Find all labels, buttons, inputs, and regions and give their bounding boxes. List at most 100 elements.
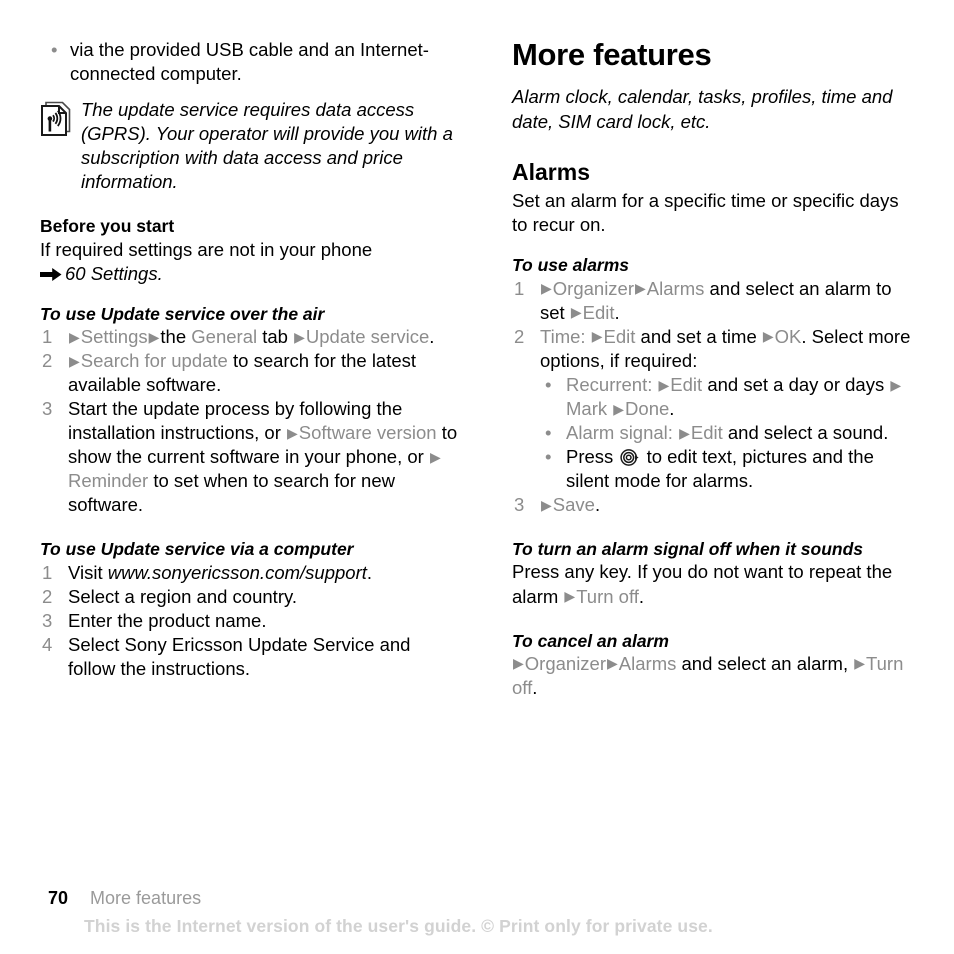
list-number: 2 xyxy=(42,585,53,607)
softkey-label: Edit xyxy=(582,301,615,323)
softkey-arrow-icon: ▶ xyxy=(679,424,690,441)
softkey-label: Edit xyxy=(603,325,636,347)
body-text: . xyxy=(429,325,435,347)
list-item: • Recurrent: ▶Edit and set a day or days … xyxy=(540,373,912,421)
cancel-alarm-body: ▶Organizer▶Alarms and select an alarm, ▶… xyxy=(512,652,912,700)
cross-reference-target: 60 Settings. xyxy=(65,262,163,284)
bullet-glyph: • xyxy=(545,421,552,443)
softkey-arrow-icon: ▶ xyxy=(541,496,552,513)
list-item: 1 ▶Organizer▶Alarms and select an alarm t… xyxy=(512,277,912,325)
bullet-glyph: • xyxy=(545,446,552,468)
body-text: Press xyxy=(566,446,619,468)
list-item: 3 ▶Save. xyxy=(512,493,912,517)
list-item: 1 Visit www.sonyericsson.com/support. xyxy=(40,561,460,585)
cross-reference-arrow-icon xyxy=(40,263,62,281)
softkey-label: Turn off xyxy=(576,585,639,607)
body-text: tab xyxy=(257,325,294,347)
softkey-arrow-icon: ▶ xyxy=(607,655,618,672)
body-text: Select Sony Ericsson Update Service and … xyxy=(68,633,411,679)
page-footer: 70 More features This is the Internet ver… xyxy=(0,888,954,954)
heading-before-you-start: Before you start xyxy=(40,216,175,237)
footer-chapter-name: More features xyxy=(90,888,202,908)
softkey-label: Alarm signal: xyxy=(566,421,673,443)
bullet-glyph: • xyxy=(51,39,58,60)
softkey-label: OK xyxy=(774,325,802,347)
softkey-arrow-icon: ▶ xyxy=(429,448,441,465)
body-text: . xyxy=(366,561,373,583)
softkey-label: Alarms xyxy=(618,652,677,674)
softkey-arrow-icon: ▶ xyxy=(635,280,646,297)
note-text: The update service requires data access … xyxy=(81,99,453,193)
list-item: • Alarm signal: ▶Edit and select a sound. xyxy=(540,421,912,445)
softkey-arrow-icon: ▶ xyxy=(69,352,80,369)
list-item: 1 ▶Settings▶the General tab ▶Update servi… xyxy=(40,325,460,349)
softkey-label: Time: xyxy=(540,325,586,347)
body-text: . xyxy=(638,585,645,607)
list-item: 2 ▶Search for update to search for the la… xyxy=(40,349,460,397)
list-number: 2 xyxy=(42,350,53,372)
continued-bullet-list: • via the provided USB cable and an Inte… xyxy=(40,38,460,86)
list-number: 1 xyxy=(42,561,53,583)
heading-to-use-update-computer: To use Update service via a computer xyxy=(40,539,354,560)
heading-alarms: Alarms xyxy=(512,158,590,185)
softkey-arrow-icon: ▶ xyxy=(541,280,552,297)
bullet-text: via the provided USB cable and an Intern… xyxy=(70,39,429,85)
body-text: and set a day or days xyxy=(702,373,890,395)
list-item: 2 Select a region and country. xyxy=(40,585,460,609)
softkey-label: Update service xyxy=(305,325,430,347)
softkey-label: Reminder xyxy=(68,470,149,492)
joystick-select-icon xyxy=(620,448,640,467)
softkey-arrow-icon: ▶ xyxy=(762,328,774,345)
softkey-label: Organizer xyxy=(552,277,635,299)
list-number: 2 xyxy=(514,325,525,347)
list-item: • Press to edit text, pictures and the si… xyxy=(540,445,912,493)
list-number: 1 xyxy=(42,325,53,347)
softkey-label: Edit xyxy=(670,373,703,395)
list-item: 3 Start the update process by following t… xyxy=(40,397,460,517)
softkey-arrow-icon: ▶ xyxy=(148,328,160,345)
body-text: and select a sound. xyxy=(722,421,889,443)
manual-page: • via the provided USB cable and an Inte… xyxy=(0,0,954,954)
body-text: the xyxy=(160,325,192,347)
softkey-label: Edit xyxy=(690,421,723,443)
ota-steps-list: 1 ▶Settings▶the General tab ▶Update servi… xyxy=(40,325,460,517)
body-text: Visit xyxy=(68,561,108,583)
softkey-arrow-icon: ▶ xyxy=(658,376,670,393)
list-number: 3 xyxy=(42,609,53,631)
list-item: 3 Enter the product name. xyxy=(40,609,460,633)
heading-cancel-alarm: To cancel an alarm xyxy=(512,630,669,651)
softkey-arrow-icon: ▶ xyxy=(69,328,80,345)
list-item: 4 Select Sony Ericsson Update Service and… xyxy=(40,633,460,681)
body-text: Select a region and country. xyxy=(68,585,297,607)
note-callout: The update service requires data access … xyxy=(40,98,460,194)
softkey-label: Search for update xyxy=(80,350,228,372)
two-column-body: • via the provided USB cable and an Inte… xyxy=(0,0,954,860)
softkey-arrow-icon: ▶ xyxy=(564,588,576,605)
list-number: 3 xyxy=(42,398,53,420)
computer-steps-list: 1 Visit www.sonyericsson.com/support. 2 Sel… xyxy=(40,561,460,681)
softkey-label: Organizer xyxy=(524,652,607,674)
before-you-start-body: If required settings are not in your pho… xyxy=(40,238,460,286)
page-number: 70 xyxy=(48,888,69,908)
internet-version-watermark: This is the Internet version of the user… xyxy=(84,916,713,936)
body-text: . xyxy=(669,397,675,419)
list-item: 2 Time: ▶Edit and set a time ▶OK. Select … xyxy=(512,325,912,493)
softkey-label: General xyxy=(191,325,258,347)
list-number: 1 xyxy=(514,277,525,299)
body-text: . xyxy=(532,676,538,698)
list-number: 3 xyxy=(514,494,525,516)
softkey-label: Software version xyxy=(298,422,437,444)
heading-to-use-update-ota: To use Update service over the air xyxy=(40,303,325,324)
left-column: • via the provided USB cable and an Inte… xyxy=(40,38,460,681)
page-title: More features xyxy=(512,37,712,72)
turn-alarm-signal-off-body: Press any key. If you do not want to rep… xyxy=(512,560,912,608)
softkey-arrow-icon: ▶ xyxy=(570,304,582,321)
softkey-arrow-icon: ▶ xyxy=(287,424,298,441)
to-use-alarms-steps-list: 1 ▶Organizer▶Alarms and select an alarm t… xyxy=(512,277,912,517)
antenna-note-icon xyxy=(40,101,72,137)
softkey-arrow-icon: ▶ xyxy=(513,655,524,672)
heading-turn-alarm-signal-off: To turn an alarm signal off when it soun… xyxy=(512,539,863,560)
softkey-arrow-icon: ▶ xyxy=(854,655,866,672)
list-number: 4 xyxy=(42,633,53,655)
softkey-arrow-icon: ▶ xyxy=(591,328,603,345)
